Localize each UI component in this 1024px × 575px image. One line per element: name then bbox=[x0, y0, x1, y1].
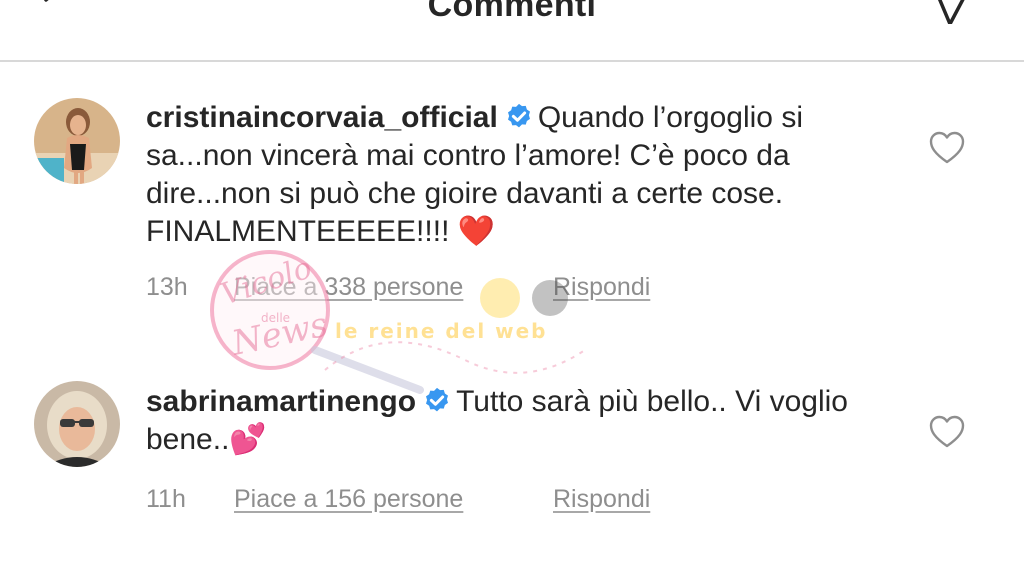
avatar[interactable] bbox=[34, 381, 120, 467]
svg-text:News: News bbox=[228, 305, 332, 364]
likes-count-link[interactable]: Piace a 156 persone bbox=[234, 485, 463, 514]
svg-text:delle: delle bbox=[261, 311, 290, 325]
comment-timestamp: 11h bbox=[146, 485, 186, 513]
heart-icon[interactable] bbox=[929, 131, 965, 165]
comments-header: Commenti bbox=[0, 0, 1024, 62]
page-title: Commenti bbox=[427, 0, 597, 24]
reply-button[interactable]: Rispondi bbox=[553, 273, 650, 302]
reply-button[interactable]: Rispondi bbox=[553, 485, 650, 514]
heart-icon[interactable] bbox=[929, 415, 965, 449]
comment-username[interactable]: cristinaincorvaia_official bbox=[146, 101, 498, 134]
comment-timestamp: 13h bbox=[146, 273, 188, 301]
paper-plane-icon[interactable] bbox=[930, 0, 974, 24]
comment-username[interactable]: sabrinamartinengo bbox=[146, 385, 416, 418]
comment-text: sabrinamartinengo Tutto sarà più bello.. … bbox=[146, 383, 886, 459]
verified-badge-icon bbox=[426, 387, 449, 412]
verified-badge-icon bbox=[507, 103, 530, 128]
likes-count-link[interactable]: Piace a 338 persone bbox=[234, 273, 463, 302]
svg-text:le reine del web: le reine del web bbox=[335, 319, 548, 343]
avatar[interactable] bbox=[34, 98, 120, 184]
comment-text: cristinaincorvaia_official Quando l’orgog… bbox=[146, 99, 886, 251]
